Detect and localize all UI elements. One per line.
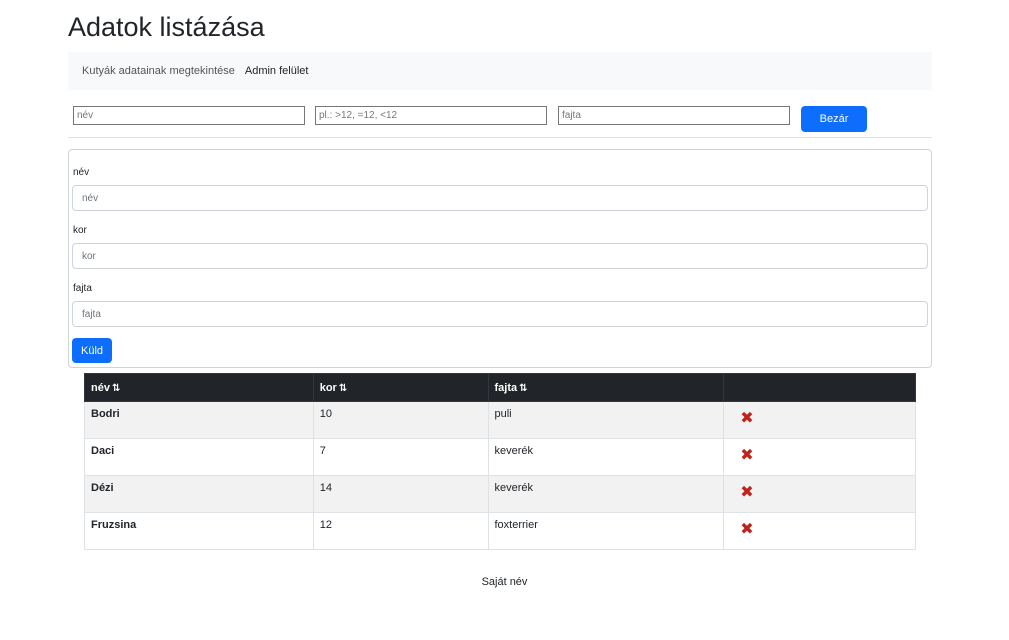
breed-field[interactable]	[72, 301, 928, 327]
cell-breed: keverék	[487, 475, 725, 513]
filter-name-input[interactable]	[73, 106, 305, 125]
name-label: név	[73, 167, 90, 178]
column-header-age[interactable]: kor ⇅	[312, 373, 489, 402]
table-row: Daci 7 keverék ✖	[84, 438, 916, 476]
divider	[68, 137, 932, 138]
column-header-label: fajta	[494, 381, 518, 394]
delete-icon[interactable]: ✖	[740, 522, 753, 538]
age-label: kor	[73, 225, 87, 236]
cell-age: 7	[312, 438, 489, 476]
delete-icon[interactable]: ✖	[740, 448, 753, 464]
column-header-breed[interactable]: fajta ⇅	[487, 373, 725, 402]
age-field[interactable]	[72, 243, 928, 269]
submit-button[interactable]: Küld	[72, 338, 112, 363]
nav-link-admin[interactable]: Admin felület	[245, 65, 309, 77]
filter-row: Bezár	[0, 106, 1009, 132]
nav-link-view-dogs[interactable]: Kutyák adatainak megtekintése	[82, 65, 235, 77]
cell-actions: ✖	[723, 401, 916, 439]
navbar: Kutyák adatainak megtekintése Admin felü…	[68, 52, 932, 90]
add-dog-form: név kor fajta Küld	[68, 149, 932, 368]
table-header-row: név ⇅ kor ⇅ fajta ⇅	[84, 373, 916, 402]
footer-text: Saját név	[481, 576, 528, 588]
delete-icon[interactable]: ✖	[740, 485, 753, 501]
breed-label: fajta	[73, 283, 92, 294]
cell-actions: ✖	[723, 475, 916, 513]
close-button[interactable]: Bezár	[801, 106, 867, 132]
table-row: Dézi 14 keverék ✖	[84, 475, 916, 513]
cell-name: Fruzsina	[84, 512, 314, 550]
column-header-name[interactable]: név ⇅	[84, 373, 314, 402]
table-row: Bodri 10 puli ✖	[84, 401, 916, 439]
dogs-table: név ⇅ kor ⇅ fajta ⇅ Bodri 10 puli ✖ Daci 7 …	[84, 373, 916, 550]
cell-age: 10	[312, 401, 489, 439]
column-header-label: kor	[319, 381, 337, 394]
cell-name: Daci	[84, 438, 314, 476]
cell-age: 12	[312, 512, 489, 550]
page-title: Adatok listázása	[68, 12, 265, 42]
cell-actions: ✖	[723, 438, 916, 476]
sort-icon: ⇅	[338, 382, 348, 394]
cell-age: 14	[312, 475, 489, 513]
column-header-actions	[723, 373, 916, 402]
cell-breed: puli	[487, 401, 725, 439]
name-field[interactable]	[72, 185, 928, 211]
cell-breed: foxterrier	[487, 512, 725, 550]
cell-name: Dézi	[84, 475, 314, 513]
sort-icon: ⇅	[111, 382, 121, 394]
filter-breed-input[interactable]	[558, 106, 790, 125]
sort-icon: ⇅	[519, 382, 528, 394]
column-header-label: név	[91, 381, 110, 394]
filter-age-input[interactable]	[315, 106, 547, 125]
cell-actions: ✖	[723, 512, 916, 550]
table-row: Fruzsina 12 foxterrier ✖	[84, 512, 916, 550]
cell-breed: keverék	[487, 438, 725, 476]
cell-name: Bodri	[84, 401, 314, 439]
delete-icon[interactable]: ✖	[740, 411, 753, 427]
